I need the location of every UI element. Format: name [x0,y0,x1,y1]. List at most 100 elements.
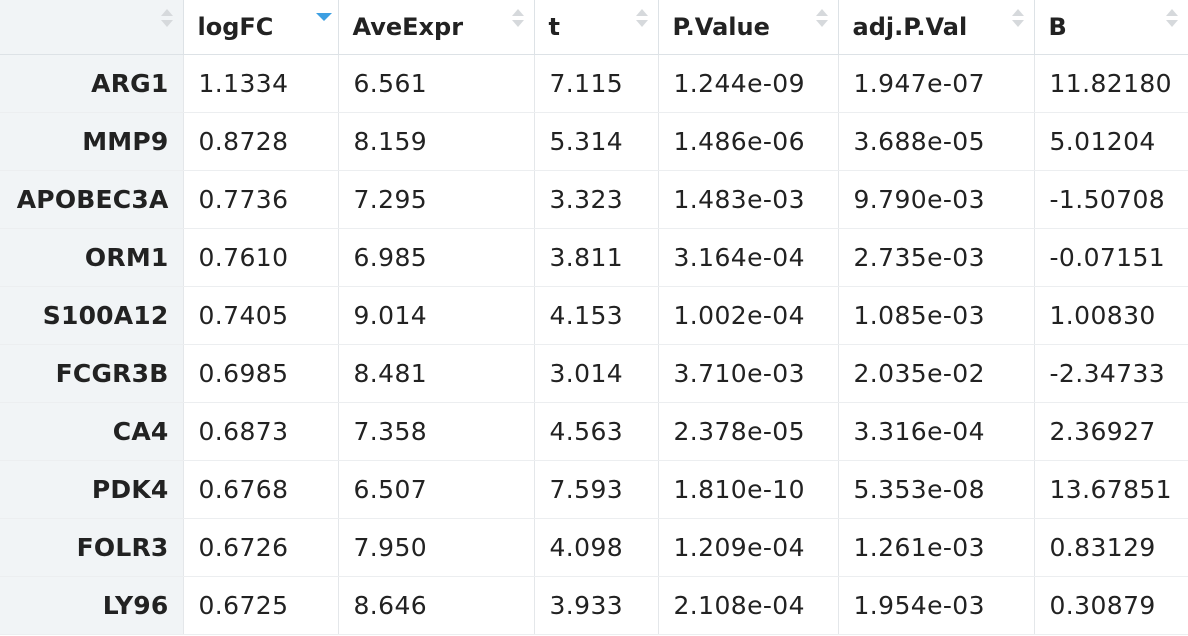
table-row: MMP9 0.8728 8.159 5.314 1.486e-06 3.688e-05 5.… [0,112,1188,171]
table-row: S100A12 0.7405 9.014 4.153 1.002e-04 1.085e-0… [0,286,1188,345]
column-header-rownames[interactable] [0,0,184,55]
table-cell: 4.153 [534,286,659,345]
table-cell: 2.36927 [1034,402,1188,461]
table-cell: 7.295 [338,170,535,229]
table-cell: 2.378e-05 [658,402,839,461]
table-row: ARG1 1.1334 6.561 7.115 1.244e-09 1.947e-07 11… [0,54,1188,113]
table-row: ORM1 0.7610 6.985 3.811 3.164e-04 2.735e-03 -0… [0,228,1188,287]
column-header-label: t [548,12,560,41]
table-cell: 0.8728 [183,112,339,171]
column-header-t[interactable]: t [534,0,659,55]
sort-desc-icon[interactable] [315,9,332,31]
table-row: FCGR3B 0.6985 8.481 3.014 3.710e-03 2.035e-02… [0,344,1188,403]
table-cell: 7.950 [338,518,535,577]
table-row: CA4 0.6873 7.358 4.563 2.378e-05 3.316e-04 2.3… [0,402,1188,461]
table-cell: 5.314 [534,112,659,171]
table-cell: 8.646 [338,576,535,635]
table-cell: 0.7610 [183,228,339,287]
sort-both-icon[interactable] [1166,9,1178,31]
sort-both-icon[interactable] [511,9,524,31]
table-cell: 7.115 [534,54,659,113]
table-cell: 3.933 [534,576,659,635]
table-cell: 0.6726 [183,518,339,577]
column-header-adj-p-val[interactable]: adj.P.Val [838,0,1035,55]
row-name-cell: MMP9 [0,112,184,171]
table-cell: 3.323 [534,170,659,229]
table-cell: 9.014 [338,286,535,345]
results-table: logFC AveExpr t P.Value adj.P.Val B ARG1 1.133… [0,0,1188,635]
row-name-cell: FCGR3B [0,344,184,403]
table-cell: 6.985 [338,228,535,287]
column-header-label: adj.P.Val [852,12,968,41]
sort-both-icon[interactable] [635,9,648,31]
table-cell: 4.563 [534,402,659,461]
column-header-label: logFC [197,12,274,41]
table-cell: 5.01204 [1034,112,1188,171]
table-row: PDK4 0.6768 6.507 7.593 1.810e-10 5.353e-08 13… [0,460,1188,519]
table-cell: 1.947e-07 [838,54,1035,113]
sort-both-icon[interactable] [1011,9,1024,31]
column-header-p-value[interactable]: P.Value [658,0,839,55]
row-name-cell: ARG1 [0,54,184,113]
table-row: FOLR3 0.6726 7.950 4.098 1.209e-04 1.261e-03 0… [0,518,1188,577]
table-cell: 8.481 [338,344,535,403]
sort-both-icon[interactable] [815,9,828,31]
table-cell: 0.30879 [1034,576,1188,635]
table-cell: 1.1334 [183,54,339,113]
table-cell: 1.483e-03 [658,170,839,229]
table-cell: 2.108e-04 [658,576,839,635]
table-row: APOBEC3A 0.7736 7.295 3.323 1.483e-03 9.790e-… [0,170,1188,229]
table-cell: 0.7736 [183,170,339,229]
table-cell: 1.486e-06 [658,112,839,171]
table-cell: 5.353e-08 [838,460,1035,519]
table-cell: 0.7405 [183,286,339,345]
row-name-cell: PDK4 [0,460,184,519]
table-cell: 1.209e-04 [658,518,839,577]
table-cell: 1.085e-03 [838,286,1035,345]
table-cell: -0.07151 [1034,228,1188,287]
table-cell: 0.6873 [183,402,339,461]
table-cell: 9.790e-03 [838,170,1035,229]
sort-both-icon[interactable] [160,9,173,31]
table-body: ARG1 1.1334 6.561 7.115 1.244e-09 1.947e-07 11… [0,54,1188,635]
row-name-cell: CA4 [0,402,184,461]
column-header-aveexpr[interactable]: AveExpr [338,0,535,55]
row-name-cell: APOBEC3A [0,170,184,229]
table-cell: 6.507 [338,460,535,519]
row-name-cell: FOLR3 [0,518,184,577]
column-header-label: AveExpr [352,12,464,41]
table-cell: 1.002e-04 [658,286,839,345]
table-cell: 3.710e-03 [658,344,839,403]
column-header-label: B [1048,12,1067,41]
table-cell: -2.34733 [1034,344,1188,403]
table-cell: 0.6985 [183,344,339,403]
table-cell: 7.358 [338,402,535,461]
table-cell: 6.561 [338,54,535,113]
table-cell: 1.954e-03 [838,576,1035,635]
table-cell: -1.50708 [1034,170,1188,229]
table-header: logFC AveExpr t P.Value adj.P.Val B [0,0,1188,55]
table-cell: 0.6768 [183,460,339,519]
column-header-label: P.Value [672,12,770,41]
table-cell: 0.6725 [183,576,339,635]
table-cell: 3.014 [534,344,659,403]
table-cell: 0.83129 [1034,518,1188,577]
column-header-logfc[interactable]: logFC [183,0,339,55]
table-cell: 3.316e-04 [838,402,1035,461]
row-name-cell: S100A12 [0,286,184,345]
table-cell: 8.159 [338,112,535,171]
column-header-b[interactable]: B [1034,0,1188,55]
table-cell: 1.00830 [1034,286,1188,345]
table-cell: 11.82180 [1034,54,1188,113]
table-cell: 1.810e-10 [658,460,839,519]
table-cell: 7.593 [534,460,659,519]
table-cell: 2.035e-02 [838,344,1035,403]
table-row: LY96 0.6725 8.646 3.933 2.108e-04 1.954e-03 0.… [0,576,1188,635]
table-cell: 1.261e-03 [838,518,1035,577]
table-cell: 3.688e-05 [838,112,1035,171]
table-cell: 3.811 [534,228,659,287]
row-name-cell: ORM1 [0,228,184,287]
table-cell: 13.67851 [1034,460,1188,519]
table-cell: 2.735e-03 [838,228,1035,287]
table-cell: 3.164e-04 [658,228,839,287]
